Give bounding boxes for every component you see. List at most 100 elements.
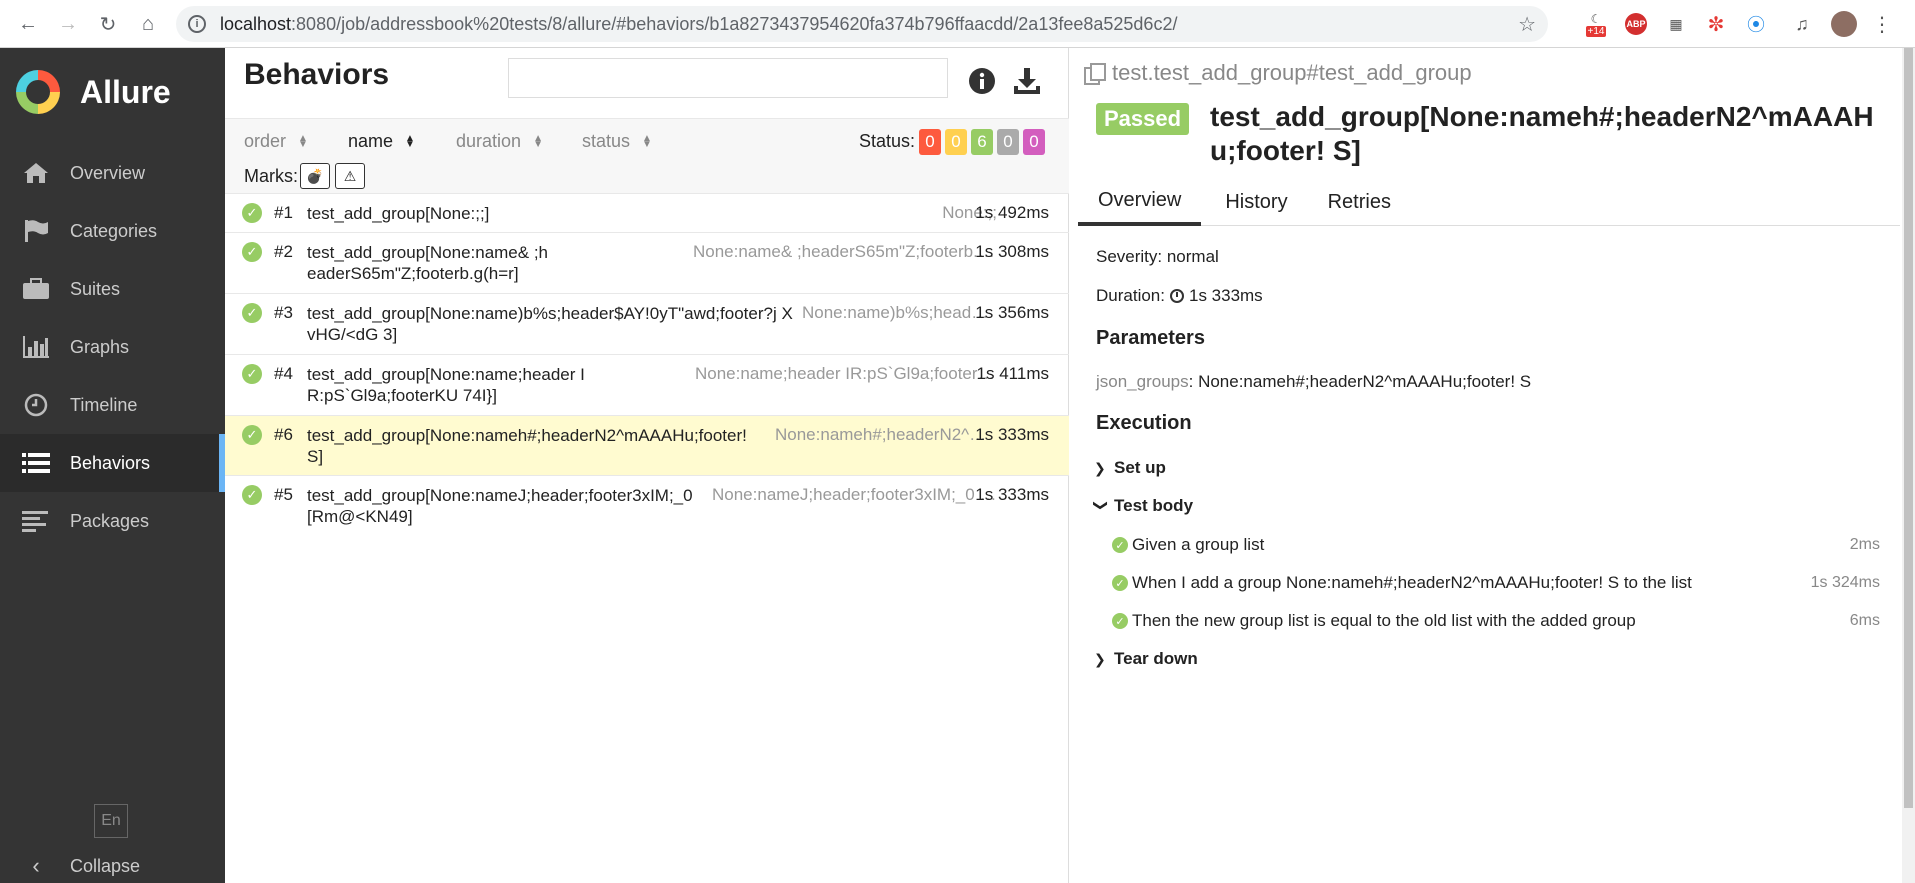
table-row[interactable]: ✓ #4 test_add_group[None:name;header IR:… (225, 355, 1069, 416)
sidebar-menu: Overview Categories Suites Graphs Timeli… (0, 144, 225, 550)
address-bar[interactable]: i localhost:8080/job/addressbook%20tests… (176, 6, 1548, 42)
url-host: localhost (220, 13, 292, 34)
scrollbar-thumb[interactable] (1904, 48, 1913, 808)
collapse-label: Collapse (70, 855, 141, 876)
sidebar-item-behaviors[interactable]: Behaviors (0, 434, 225, 492)
test-name: test_add_group[None:name;header IR:pS`Gl… (307, 365, 585, 405)
table-row[interactable]: ✓ #3 test_add_group[None:name)b%s;header… (225, 294, 1069, 355)
flaky-bomb-icon[interactable]: 💣 (300, 163, 330, 189)
extension-swirl-icon[interactable]: ✼ (1704, 10, 1728, 38)
info-icon[interactable]: i (188, 15, 206, 33)
test-full-name[interactable]: test.test_add_group#test_add_group (1084, 60, 1472, 86)
tab-history[interactable]: History (1205, 178, 1307, 226)
sidebar-item-label: Behaviors (70, 452, 151, 473)
page-title: Behaviors (244, 58, 390, 91)
marks-label: Marks: (244, 166, 298, 186)
brand[interactable]: Allure (0, 48, 225, 136)
sidebar-item-graphs[interactable]: Graphs (0, 318, 225, 376)
test-name: test_add_group[None:nameh#;headerN2^mAAA… (307, 426, 747, 466)
test-number: #1 (274, 203, 293, 222)
sort-duration[interactable]: duration ▲ ▼ (456, 131, 543, 152)
forward-icon[interactable]: → (48, 4, 88, 44)
home-button-icon[interactable]: ⌂ (128, 4, 168, 44)
chevron-right-icon: ❯ (1094, 459, 1106, 476)
sort-label: duration (456, 131, 522, 151)
back-icon[interactable]: ← (8, 4, 48, 44)
tab-retries[interactable]: Retries (1308, 178, 1411, 226)
avatar[interactable] (1830, 10, 1858, 38)
allure-logo-icon (16, 70, 60, 114)
status-passed-toggle[interactable]: 6 (971, 129, 993, 155)
table-row-selected[interactable]: ✓ #6 test_add_group[None:nameh#;headerN2… (225, 416, 1069, 476)
step-text: Then the new group list is equal to the … (1132, 611, 1636, 630)
sidebar-item-label: Packages (70, 510, 150, 531)
copy-icon[interactable] (1084, 63, 1106, 85)
reload-icon[interactable]: ↻ (88, 4, 128, 44)
sidebar-item-label: Graphs (70, 336, 130, 357)
passed-check-icon: ✓ (1112, 575, 1128, 591)
brand-name: Allure (80, 73, 171, 110)
table-row[interactable]: ✓ #1 test_add_group[None:;;] None:;; 1s … (225, 194, 1069, 233)
passed-check-icon: ✓ (242, 303, 262, 323)
test-number: #5 (274, 485, 293, 504)
test-name: test_add_group[None:;;] (307, 204, 490, 223)
briefcase-icon (22, 277, 50, 301)
extension-moon-icon[interactable]: ☾ +14 (1580, 10, 1612, 38)
search-input[interactable] (508, 58, 948, 98)
passed-check-icon: ✓ (242, 425, 262, 445)
test-number: #4 (274, 364, 293, 383)
sidebar-item-overview[interactable]: Overview (0, 144, 225, 202)
status-skipped-toggle[interactable]: 0 (997, 129, 1019, 155)
sort-label: status (582, 131, 631, 151)
adblock-icon[interactable]: ABP (1624, 10, 1648, 38)
extension-badge: +14 (1585, 25, 1607, 37)
step-time: 6ms (1849, 612, 1880, 629)
behaviors-pane: Behaviors order ▲ ▼ name ▲ ▼ duration ▲ ▼ s… (225, 48, 1069, 883)
extension-grid-icon[interactable]: ▦ (1664, 10, 1688, 38)
bar-chart-icon (22, 335, 50, 359)
extension-compass-icon[interactable]: ⦿ (1744, 10, 1768, 38)
parameter-key: json_groups (1096, 372, 1189, 391)
info-circle-icon[interactable] (967, 66, 997, 96)
sort-status[interactable]: status ▲ ▼ (582, 131, 652, 152)
sidebar-item-categories[interactable]: Categories (0, 202, 225, 260)
sidebar-item-suites[interactable]: Suites (0, 260, 225, 318)
table-row[interactable]: ✓ #5 test_add_group[None:nameJ;header;fo… (225, 476, 1069, 536)
teardown-toggle[interactable]: ❯ Tear down (1094, 649, 1198, 669)
scrollbar[interactable] (1902, 48, 1915, 883)
chevron-left-icon: ‹ (32, 853, 40, 878)
test-body-toggle[interactable]: ❯ Test body (1093, 496, 1194, 516)
step-row[interactable]: ✓ Given a group list 2ms (1112, 535, 1880, 555)
menu-kebab-icon[interactable]: ⋮ (1870, 10, 1894, 38)
url-path: :8080/job/addressbook%20tests/8/allure/#… (291, 13, 1178, 34)
sidebar-item-timeline[interactable]: Timeline (0, 376, 225, 434)
sort-order[interactable]: order ▲ ▼ (244, 131, 308, 152)
test-body-label: Test body (1114, 496, 1194, 515)
passed-check-icon: ✓ (242, 242, 262, 262)
table-row[interactable]: ✓ #2 test_add_group[None:name& ;headerS6… (225, 233, 1069, 294)
test-duration: 1s 333ms (975, 425, 1049, 444)
download-icon[interactable] (1012, 66, 1042, 96)
bookmark-star-icon[interactable]: ☆ (1518, 12, 1536, 37)
new-failed-warning-icon[interactable]: ⚠ (335, 163, 365, 189)
setup-toggle[interactable]: ❯ Set up (1094, 458, 1166, 478)
test-parameters: None:nameh#;headerN2^mAAAHu;footer! S (775, 425, 997, 444)
step-row[interactable]: ✓ Then the new group list is equal to th… (1112, 611, 1880, 631)
status-failed-toggle[interactable]: 0 (919, 129, 941, 155)
passed-check-icon: ✓ (242, 485, 262, 505)
status-broken-toggle[interactable]: 0 (945, 129, 967, 155)
chevron-down-icon: ❯ (1093, 499, 1110, 511)
step-text: Given a group list (1132, 535, 1265, 554)
teardown-label: Tear down (1114, 649, 1198, 668)
language-button[interactable]: En (94, 804, 128, 838)
sort-name[interactable]: name ▲ ▼ (348, 131, 415, 152)
step-row[interactable]: ✓ When I add a group None:nameh#;headerN… (1112, 573, 1880, 593)
tab-overview[interactable]: Overview (1078, 178, 1202, 226)
status-unknown-toggle[interactable]: 0 (1023, 129, 1045, 155)
collapse-button[interactable]: ‹ Collapse (22, 853, 140, 879)
parameter-value: : None:nameh#;headerN2^mAAAHu;footer! S (1188, 372, 1532, 391)
passed-check-icon: ✓ (1112, 537, 1128, 553)
media-playlist-icon[interactable]: ♫ (1790, 10, 1814, 38)
sort-toolbar: order ▲ ▼ name ▲ ▼ duration ▲ ▼ status ▲ ▼ S… (225, 118, 1069, 194)
sidebar-item-packages[interactable]: Packages (0, 492, 225, 550)
